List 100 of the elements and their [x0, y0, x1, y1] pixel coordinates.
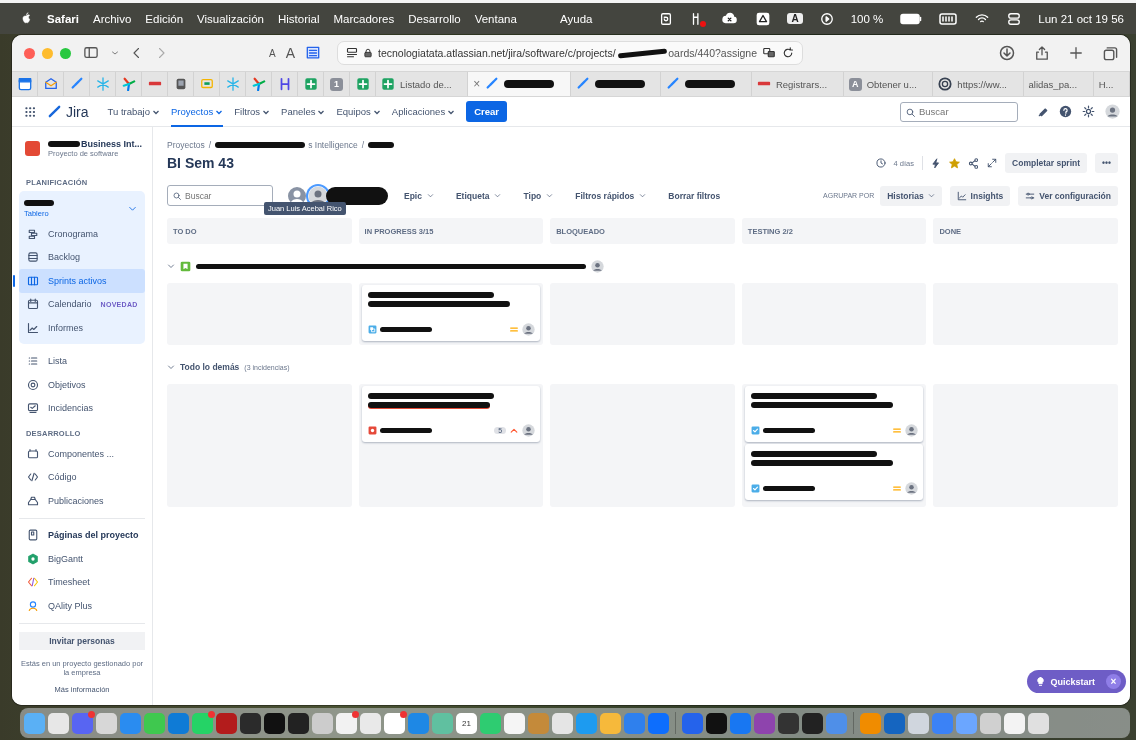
nav-menu[interactable]: Filtros	[234, 96, 271, 127]
menu-item[interactable]: Archivo	[92, 12, 132, 25]
chart-icon	[956, 190, 967, 201]
menu-item[interactable]: Visualización	[197, 12, 264, 25]
browser-tab[interactable]: https://ww...	[933, 72, 1024, 96]
insights-button[interactable]: Insights	[949, 185, 1011, 206]
view-settings-button[interactable]: Ver configuración	[1018, 185, 1118, 206]
app-icon[interactable]	[288, 712, 309, 734]
sidebar-item[interactable]: Objetivos	[19, 373, 145, 397]
app-icon[interactable]	[48, 712, 69, 734]
menu-item[interactable]: Ayuda	[560, 12, 593, 25]
swimlane-toggle[interactable]	[167, 363, 175, 371]
issue-card[interactable]	[744, 386, 924, 442]
sidebar-item[interactable]: Informes	[19, 316, 145, 340]
browser-tab[interactable]: Registrars...	[751, 72, 844, 96]
app-icon[interactable]	[264, 712, 285, 734]
timesheet-icon	[27, 576, 39, 589]
clear-filters-button[interactable]: Borrar filtros	[662, 186, 727, 205]
search-field[interactable]: Buscar	[167, 185, 273, 206]
breadcrumb-separator: /	[361, 140, 365, 150]
snowflake-icon	[95, 77, 110, 91]
nav-menu[interactable]: Tu trabajo	[107, 96, 160, 127]
filter-dropdown[interactable]: Tipo	[517, 186, 560, 205]
create-button[interactable]: Crear	[466, 101, 507, 122]
expand-icon	[987, 158, 998, 168]
app-icon[interactable]	[1004, 712, 1025, 734]
nav-menu[interactable]: Equipos	[336, 96, 381, 127]
download-icon	[999, 45, 1015, 61]
menu-item[interactable]: Historial	[277, 12, 320, 25]
nav-menu[interactable]: Aplicaciones	[391, 96, 456, 127]
lightbulb-icon	[1036, 676, 1046, 687]
translate-icon	[762, 47, 776, 59]
lightning-icon	[931, 157, 942, 169]
search-field[interactable]: Buscar	[900, 101, 1018, 122]
sidebar-item[interactable]: Páginas del proyecto	[19, 523, 145, 547]
smaller-text-button[interactable]: A	[269, 47, 276, 59]
menu-item[interactable]: Marcadores	[333, 12, 395, 25]
minimize-window-button[interactable]	[42, 47, 53, 59]
close-window-button[interactable]	[24, 47, 35, 59]
reader-icon	[305, 46, 321, 60]
breadcrumb-link[interactable]: s Intelligence	[308, 140, 358, 150]
project-name: Business Int...	[48, 139, 142, 149]
browser-tab[interactable]: A Obtener u...	[843, 72, 934, 96]
more-actions-button[interactable]: •••	[1095, 153, 1118, 173]
sidebar-item[interactable]: Timesheet	[19, 570, 145, 594]
app-icon[interactable]	[384, 712, 405, 734]
sidebar-item[interactable]: QAlity Plus	[19, 594, 145, 618]
pages-icon	[27, 529, 39, 542]
filter-dropdown[interactable]: Filtros rápidos	[569, 186, 653, 205]
invite-button[interactable]: Invitar personas	[19, 631, 145, 650]
menu-item[interactable]: Ventana	[474, 12, 517, 25]
code-icon	[27, 471, 39, 484]
task-icon	[750, 484, 760, 493]
app-icon[interactable]	[336, 712, 357, 734]
menu-item[interactable]: Edición	[145, 12, 184, 25]
complete-sprint-button[interactable]: Completar sprint	[1005, 153, 1088, 173]
snowflake-icon	[225, 77, 240, 91]
sidebar-item[interactable]: BigGantt	[19, 547, 145, 571]
browser-tab[interactable]: alidas_pa...	[1023, 72, 1094, 96]
app-icon[interactable]	[504, 712, 525, 734]
group-by-dropdown[interactable]: Historias	[880, 185, 942, 206]
tab-overview-icon	[1103, 45, 1118, 61]
zoom-window-button[interactable]	[60, 47, 71, 59]
avatar-icon	[905, 424, 919, 437]
sidebar-item[interactable]: Incidencias	[19, 396, 145, 420]
breadcrumb-link[interactable]: Proyectos	[167, 140, 205, 150]
filter-dropdown[interactable]: Epic	[398, 186, 440, 205]
input-source-indicator[interactable]: A	[787, 13, 803, 24]
larger-text-button[interactable]: A	[285, 45, 295, 61]
sidebar-item[interactable]: Lista	[19, 349, 145, 373]
address-field[interactable]: tecnologiatata.atlassian.net/jira/software/c/projects/ oards/440?assigne	[337, 41, 803, 65]
app-icon[interactable]	[240, 712, 261, 734]
sidebar-item[interactable]: Publicaciones	[19, 489, 145, 513]
browser-tab[interactable]: ×	[468, 72, 571, 96]
app-icon[interactable]	[778, 712, 799, 734]
close-tab-button[interactable]: ×	[473, 77, 481, 91]
calendar-app-icon[interactable]: 21	[456, 712, 477, 734]
sidebar-item[interactable]: Backlog	[19, 245, 145, 269]
sidebar-item[interactable]: Componentes ...	[19, 442, 145, 466]
sidebar-item[interactable]: Código	[19, 465, 145, 489]
browser-tab[interactable]: H...	[1093, 72, 1130, 96]
menu-item[interactable]: Desarrollo	[408, 12, 461, 25]
avatar-icon	[591, 259, 604, 273]
play-icon	[819, 11, 834, 26]
nav-menu[interactable]: Paneles	[281, 96, 326, 127]
app-icon[interactable]	[802, 712, 823, 734]
releases-icon	[27, 494, 39, 507]
sheet-icon	[381, 77, 395, 91]
apple-logo-icon	[20, 11, 33, 26]
app-icon[interactable]	[706, 712, 727, 734]
swimlane-toggle[interactable]	[167, 262, 175, 270]
sidebar-item[interactable]: Cronograma	[19, 222, 145, 246]
redaction-mark	[326, 186, 388, 205]
calendar-icon	[17, 77, 32, 91]
star-icon[interactable]	[949, 157, 961, 169]
quickstart-button[interactable]: Quickstart ×	[1027, 670, 1126, 693]
filter-dropdown[interactable]: Etiqueta	[449, 186, 508, 205]
app-menu[interactable]: Safari	[47, 12, 79, 25]
redaction-mark	[379, 428, 432, 433]
issue-card[interactable]	[744, 444, 924, 500]
